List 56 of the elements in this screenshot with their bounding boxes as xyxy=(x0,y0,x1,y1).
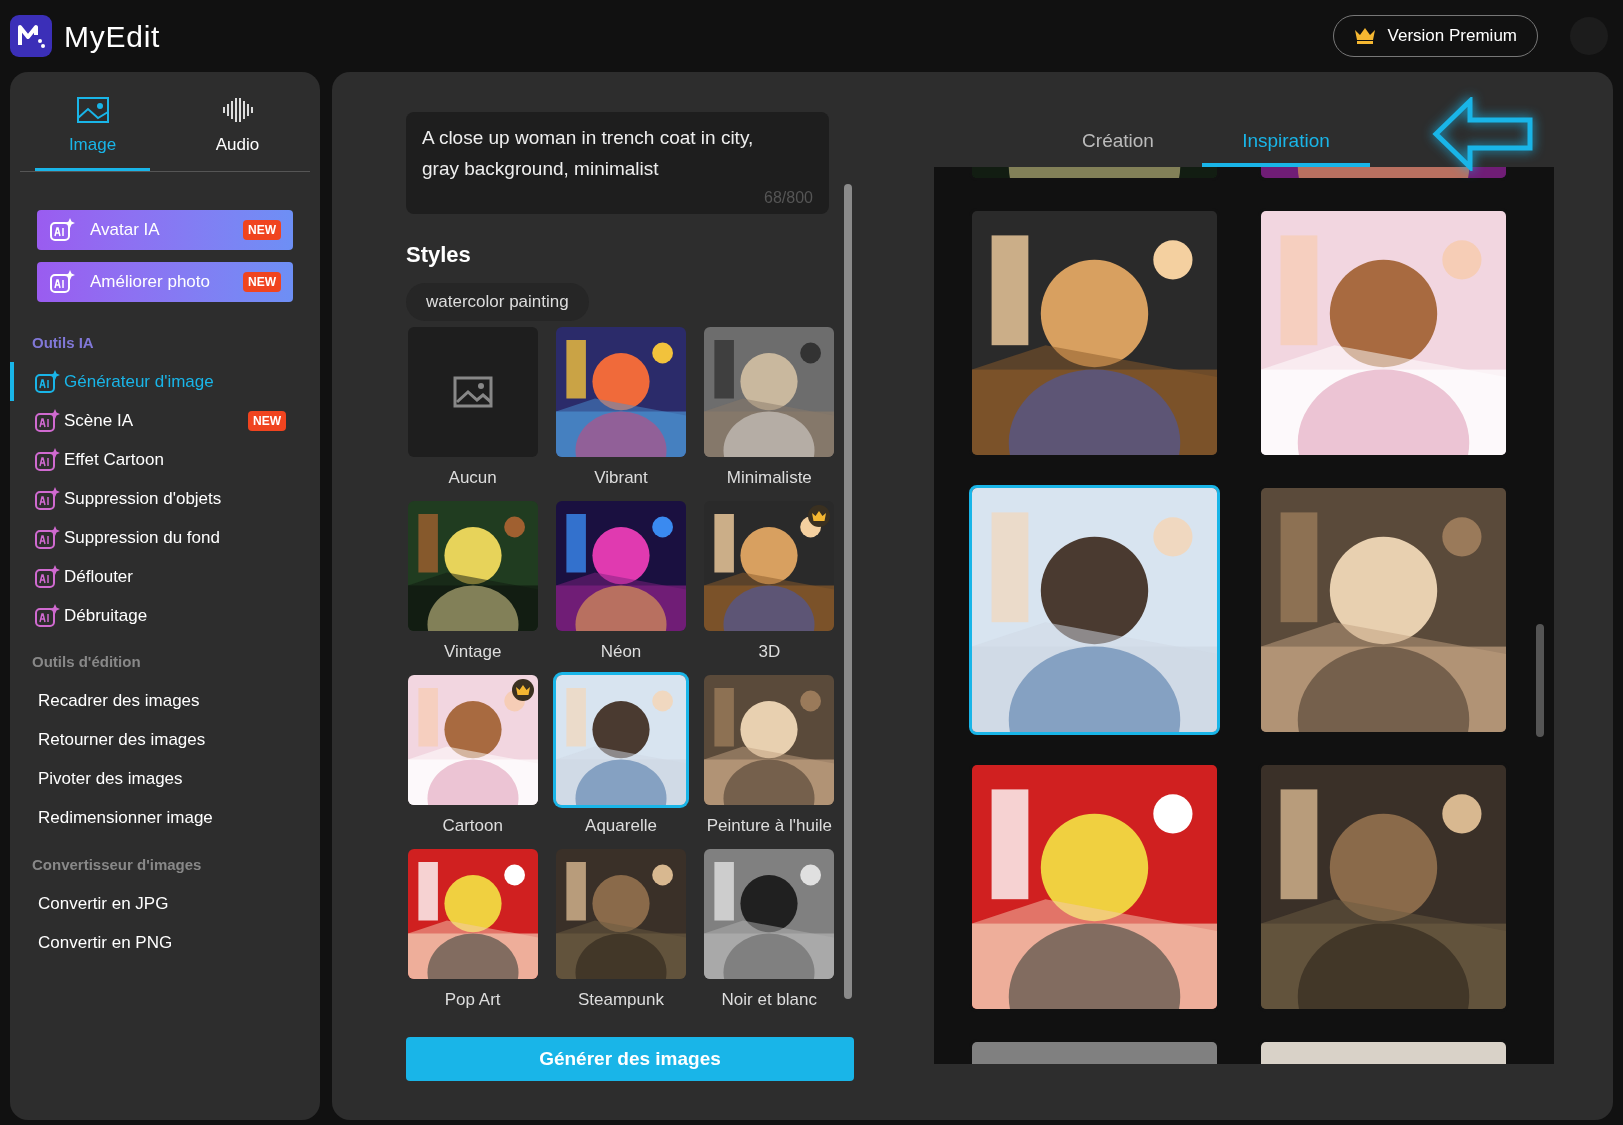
sidebar-item[interactable]: Scène IA xyxy=(34,407,248,434)
ai-icon xyxy=(34,447,61,472)
style-option[interactable]: Minimaliste xyxy=(702,327,836,501)
sidebar-item[interactable]: Débruitage xyxy=(34,602,286,629)
prompt-text: A close up woman in trench coat in city, gray background, minimalist xyxy=(422,126,755,181)
section-heading: Convertisseur d'images xyxy=(31,854,203,875)
section-heading: Outils d'édition xyxy=(31,652,142,672)
style-option[interactable]: Steampunk xyxy=(554,849,688,1023)
arrow-icon xyxy=(1432,97,1534,171)
promo-button[interactable]: Avatar IA NEW xyxy=(37,209,293,250)
sidebar-item[interactable]: Déflouter xyxy=(34,563,286,590)
sidebar-item[interactable]: Générateur d'image xyxy=(34,368,286,395)
sidebar-item[interactable]: Recadrer des images xyxy=(34,688,286,714)
ai-icon xyxy=(34,603,61,628)
style-option[interactable]: Pop Art xyxy=(406,849,540,1023)
style-option[interactable]: Néon xyxy=(554,501,688,675)
logo-icon xyxy=(10,15,52,57)
sound-wave-icon xyxy=(220,96,255,124)
scrollbar[interactable] xyxy=(1536,624,1544,737)
sidebar-item[interactable]: Suppression du fond xyxy=(34,524,286,551)
style-option[interactable]: Peinture à l'huile xyxy=(702,675,836,849)
sidebar-item[interactable]: Suppression d'objets xyxy=(34,485,286,512)
crown-icon xyxy=(1353,27,1376,45)
sidebar-item[interactable]: Redimensionner image xyxy=(34,805,286,831)
style-option[interactable]: 3D xyxy=(702,501,836,675)
style-option[interactable]: Noir et blanc xyxy=(702,849,836,1023)
promo-button[interactable]: Améliorer photo NEW xyxy=(37,261,293,302)
ai-icon xyxy=(49,269,76,294)
result-tab[interactable]: Création xyxy=(1034,119,1202,167)
image-icon xyxy=(75,96,110,124)
style-option[interactable]: Cartoon xyxy=(406,675,540,849)
ai-icon xyxy=(49,217,76,242)
sidebar-item[interactable]: Convertir en PNG xyxy=(34,929,286,956)
sidebar-tab[interactable]: Image xyxy=(35,88,150,171)
section-title: Styles xyxy=(406,241,472,269)
style-option[interactable]: Vintage xyxy=(406,501,540,675)
sidebar-item[interactable]: Convertir en JPG xyxy=(34,890,286,917)
sidebar-item[interactable]: Retourner des images xyxy=(34,727,286,753)
section-heading: Outils IA xyxy=(31,332,95,353)
scrollbar[interactable] xyxy=(844,184,852,999)
ai-icon xyxy=(34,564,61,589)
style-option[interactable]: Aquarelle xyxy=(554,675,688,849)
ai-icon xyxy=(34,525,61,550)
app-name: MyEdit xyxy=(64,18,161,55)
sidebar-item[interactable]: Effet Cartoon xyxy=(34,446,286,473)
image-placeholder-icon xyxy=(452,376,493,408)
new-badge: NEW xyxy=(243,271,281,292)
sidebar-item[interactable]: Pivoter des images xyxy=(34,766,286,792)
ai-icon xyxy=(34,486,61,511)
style-option[interactable]: Vibrant xyxy=(554,327,688,501)
ai-icon xyxy=(34,369,61,394)
sidebar-tab[interactable]: Audio xyxy=(180,88,295,171)
new-badge: NEW xyxy=(243,219,281,240)
style-chip[interactable]: watercolor painting xyxy=(406,283,589,321)
ai-icon xyxy=(34,408,61,433)
new-badge: NEW xyxy=(248,410,286,431)
